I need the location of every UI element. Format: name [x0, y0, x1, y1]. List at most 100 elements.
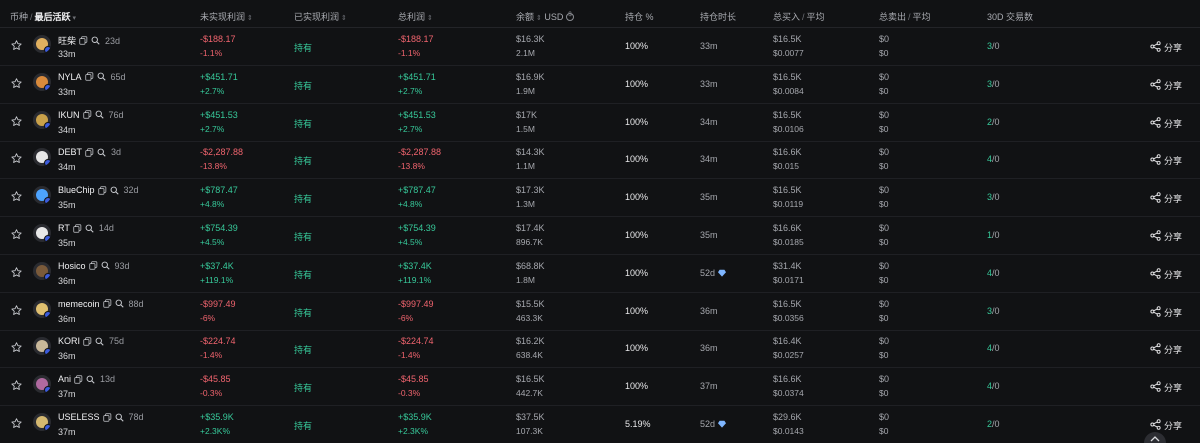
token-name[interactable]: RT — [58, 223, 70, 233]
token-name[interactable]: NYLA — [58, 72, 82, 82]
table-row[interactable]: NYLA 65d 33m +$451.71 +2.7% 持有 +$451.71 … — [0, 66, 1200, 104]
table-row[interactable]: USELESS 78d 37m +$35.9K +2.3K% 持有 +$35.9… — [0, 406, 1200, 443]
token-name[interactable]: DEBT — [58, 147, 82, 157]
chain-badge-icon — [44, 83, 51, 91]
search-icon[interactable] — [101, 261, 110, 270]
token-age: 23d — [105, 35, 121, 46]
unrealized-profit: -$2,287.88 — [200, 147, 244, 158]
star-icon[interactable] — [10, 228, 23, 241]
header-holding-duration[interactable]: 持仓时长 — [700, 10, 736, 23]
copy-icon[interactable] — [73, 223, 82, 233]
header-token[interactable]: 币种 / 最后活跃 ▾ — [10, 10, 76, 23]
total-buy: $31.4K — [773, 260, 802, 271]
table-row[interactable]: KORI 75d 36m -$224.74 -1.4% 持有 -$224.74 … — [0, 330, 1200, 369]
share-label: 分享 — [1164, 194, 1183, 205]
table-row[interactable]: Hosico 93d 36m +$37.4K +119.1% 持有 +$37.4… — [0, 255, 1200, 293]
last-active: 36m — [58, 275, 76, 286]
share-button[interactable]: 分享 — [1150, 268, 1182, 281]
search-icon[interactable] — [91, 36, 100, 45]
token-name[interactable]: 旺柴 — [58, 34, 76, 47]
trades-30d: 4/0 — [987, 267, 1000, 278]
share-label: 分享 — [1164, 80, 1183, 91]
unrealized-profit: -$224.74 — [200, 336, 236, 347]
header-holding-pct[interactable]: 持仓 % — [625, 10, 654, 23]
copy-icon[interactable] — [102, 412, 112, 422]
copy-icon[interactable] — [97, 186, 107, 195]
holding-duration: 52d — [700, 268, 727, 278]
token-name[interactable]: KORI — [58, 336, 80, 346]
chain-badge-icon — [44, 197, 51, 205]
share-button[interactable]: 分享 — [1150, 41, 1182, 54]
search-icon[interactable] — [95, 110, 104, 119]
copy-icon[interactable] — [83, 337, 92, 346]
table-row[interactable]: DEBT 3d 34m -$2,287.88 -13.8% 持有 -$2,287… — [0, 141, 1200, 180]
table-row[interactable]: Ani 13d 37m -$45.85 -0.3% 持有 -$45.85 -0.… — [0, 368, 1200, 407]
header-balance[interactable]: 余额 ⇕ USD — [516, 10, 575, 23]
token-name[interactable]: IKUN — [58, 110, 80, 120]
search-icon[interactable] — [95, 337, 104, 346]
header-total-sell[interactable]: 总卖出 / 平均 — [879, 10, 931, 23]
star-icon[interactable] — [10, 115, 23, 128]
share-button[interactable]: 分享 — [1150, 79, 1182, 92]
star-icon[interactable] — [10, 39, 23, 52]
copy-icon[interactable] — [102, 299, 112, 308]
token-name[interactable]: BlueChip — [58, 185, 95, 195]
table-row[interactable]: BlueChip 32d 35m +$787.47 +4.8% 持有 +$787… — [0, 179, 1200, 218]
header-total-buy[interactable]: 总买入 / 平均 — [773, 10, 825, 23]
search-icon[interactable] — [115, 413, 124, 422]
trades-30d: 3/0 — [987, 305, 1000, 316]
share-button[interactable]: 分享 — [1150, 381, 1182, 394]
star-icon[interactable] — [10, 417, 23, 430]
diamond-hands-icon — [715, 268, 727, 278]
token-name[interactable]: USELESS — [58, 412, 100, 422]
copy-icon[interactable] — [82, 110, 92, 119]
copy-icon[interactable] — [79, 36, 88, 45]
token-avatar — [33, 110, 51, 129]
star-icon[interactable] — [10, 304, 23, 317]
token-age: 32d — [123, 185, 139, 196]
copy-icon[interactable] — [85, 148, 94, 157]
share-button[interactable]: 分享 — [1150, 116, 1182, 130]
header-unrealized[interactable]: 未实现利润 ⇕ — [200, 10, 253, 23]
search-icon[interactable] — [97, 72, 106, 81]
table-row[interactable]: IKUN 76d 34m +$451.53 +2.7% 持有 +$451.53 … — [0, 104, 1200, 142]
search-icon[interactable] — [97, 148, 106, 157]
share-button[interactable]: 分享 — [1150, 343, 1182, 356]
total-buy: $16.5K — [773, 71, 802, 82]
header-last-active[interactable]: 最后活跃 — [35, 12, 71, 22]
total-sell-avg: $0 — [879, 237, 889, 247]
header-trades-30d[interactable]: 30D 交易数 — [987, 10, 1033, 23]
share-button[interactable]: 分享 — [1150, 419, 1182, 432]
star-icon[interactable] — [10, 341, 23, 354]
star-icon[interactable] — [10, 379, 23, 392]
table-row[interactable]: 旺柴 23d 33m -$188.17 -1.1% 持有 -$188.17 -1… — [0, 28, 1200, 66]
star-icon[interactable] — [10, 266, 23, 279]
last-active: 33m — [58, 49, 76, 59]
copy-icon[interactable] — [74, 375, 83, 384]
total-buy-avg: $0.0106 — [773, 123, 804, 134]
search-icon[interactable] — [85, 224, 94, 233]
header-total-profit[interactable]: 总利润 ⇕ — [398, 10, 433, 23]
token-name[interactable]: Hosico — [58, 261, 86, 271]
star-icon[interactable] — [10, 152, 23, 165]
share-button[interactable]: 分享 — [1150, 305, 1182, 319]
table-row[interactable]: RT 14d 35m +$754.39 +4.5% 持有 +$754.39 +4… — [0, 217, 1200, 255]
copy-icon[interactable] — [88, 261, 98, 270]
share-button[interactable]: 分享 — [1150, 230, 1182, 243]
copy-icon[interactable] — [84, 72, 94, 81]
share-button[interactable]: 分享 — [1150, 192, 1182, 205]
search-icon[interactable] — [115, 299, 124, 308]
star-icon[interactable] — [10, 77, 23, 90]
holding-duration-value: 35m — [700, 230, 718, 240]
search-icon[interactable] — [110, 186, 119, 195]
token-name[interactable]: Ani — [58, 374, 71, 384]
token-name[interactable]: memecoin — [58, 299, 100, 309]
holding-duration-value: 35m — [700, 192, 718, 203]
header-realized[interactable]: 已实现利润 ⇕ — [294, 10, 347, 23]
search-icon[interactable] — [86, 375, 95, 384]
share-button[interactable]: 分享 — [1150, 154, 1182, 167]
star-icon[interactable] — [10, 190, 23, 203]
table-row[interactable]: memecoin 88d 36m -$997.49 -6% 持有 -$997.4… — [0, 293, 1200, 331]
currency-toggle-icon[interactable] — [566, 12, 575, 21]
scroll-up-button[interactable] — [1144, 432, 1166, 443]
